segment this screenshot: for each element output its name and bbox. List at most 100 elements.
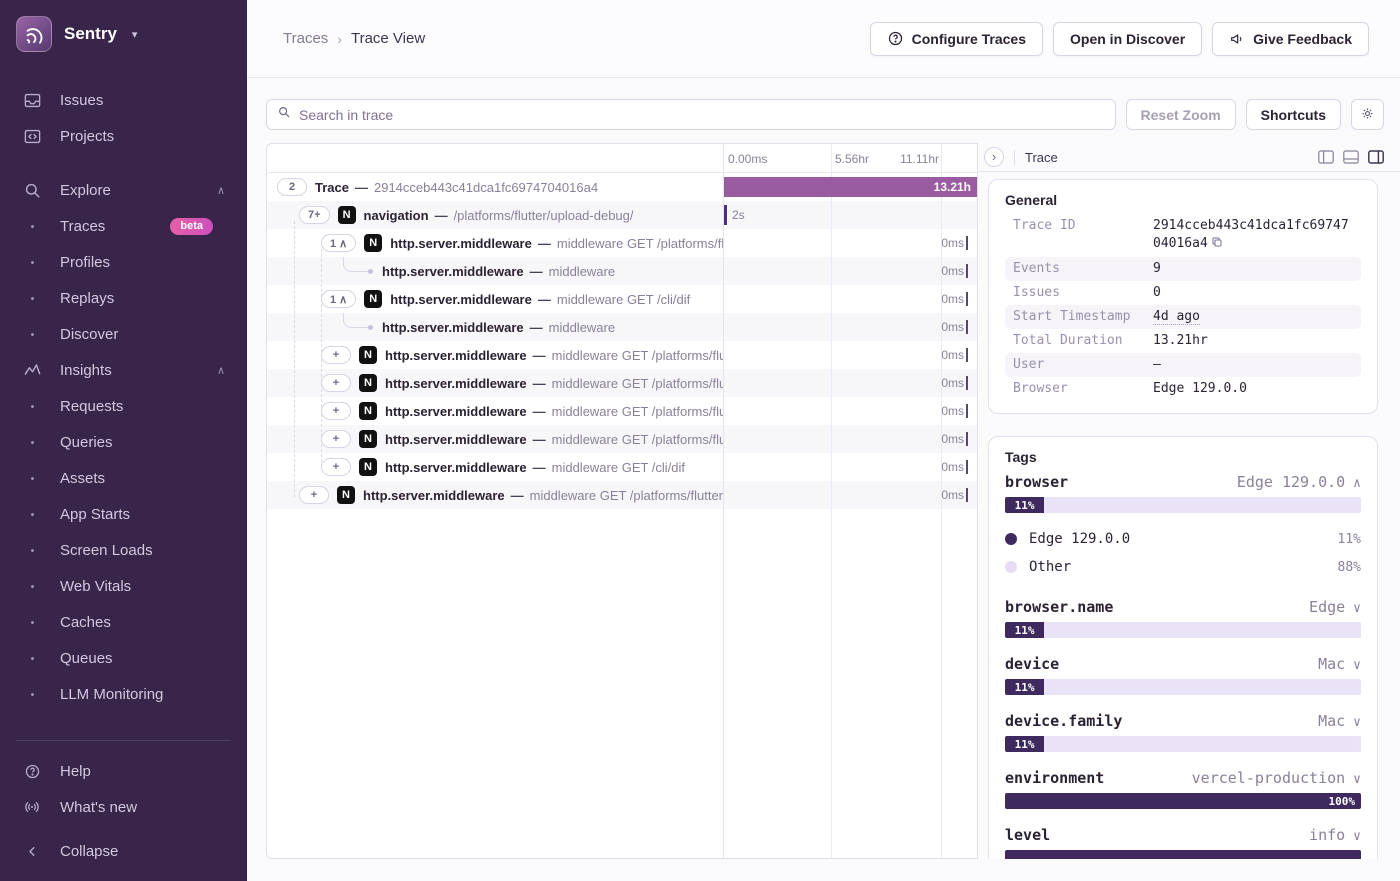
sidebar-item-assets[interactable]: Assets [0, 460, 247, 496]
tag-header[interactable]: browserEdge 129.0.0∧ [1005, 473, 1361, 491]
sidebar-item-web-vitals[interactable]: Web Vitals [0, 568, 247, 604]
sidebar-item-help[interactable]: Help [0, 753, 247, 789]
trace-span-row[interactable]: +Nhttp.server.middleware—middleware GET … [267, 453, 977, 481]
trace-span-row[interactable]: http.server.middleware—middleware0ms [267, 313, 977, 341]
reset-zoom-button[interactable]: Reset Zoom [1126, 99, 1236, 130]
panel-right-icon[interactable] [1368, 150, 1384, 164]
span-name-cell: +Nhttp.server.middleware—middleware GET … [267, 481, 723, 509]
org-name: Sentry [64, 24, 117, 44]
tag-legend-row[interactable]: Edge 129.0.011% [1005, 525, 1361, 553]
tag-header[interactable]: device.familyMac∨ [1005, 712, 1361, 730]
trace-span-row[interactable]: +Nhttp.server.middleware—middleware GET … [267, 425, 977, 453]
breadcrumb-traces[interactable]: Traces [283, 30, 328, 47]
span-timeline-cell: 0ms [723, 257, 977, 285]
copy-icon[interactable] [1211, 236, 1223, 254]
panel-bottom-icon[interactable] [1343, 150, 1359, 164]
span-children-toggle[interactable]: 1 ∧ [321, 290, 356, 308]
gear-icon [1360, 106, 1375, 124]
sidebar-item-traces[interactable]: Tracesbeta [0, 208, 247, 244]
span-timeline-cell: 0ms [723, 229, 977, 257]
sidebar-item-queries[interactable]: Queries [0, 424, 247, 460]
sidebar-item-app-starts[interactable]: App Starts [0, 496, 247, 532]
trace-span-row[interactable]: +Nhttp.server.middleware—middleware GET … [267, 369, 977, 397]
span-children-toggle[interactable]: + [321, 458, 351, 476]
configure-traces-button[interactable]: Configure Traces [870, 22, 1043, 56]
sidebar-item-projects[interactable]: Projects [0, 118, 247, 154]
trace-span-row[interactable]: +Nhttp.server.middleware—middleware GET … [267, 397, 977, 425]
breadcrumb-separator-icon: › [337, 31, 342, 47]
span-children-toggle[interactable]: + [321, 346, 351, 364]
search-box[interactable] [266, 99, 1116, 130]
bullet-icon [22, 225, 42, 228]
trace-span-row[interactable]: 1 ∧Nhttp.server.middleware—middleware GE… [267, 229, 977, 257]
sidebar-item-insights[interactable]: Insights∧ [0, 352, 247, 388]
sidebar-item-what-s-new[interactable]: What's new [0, 789, 247, 825]
open-in-discover-button[interactable]: Open in Discover [1053, 22, 1202, 56]
sidebar-item-explore[interactable]: Explore∧ [0, 172, 247, 208]
span-op: Trace [315, 180, 349, 195]
trace-span-row[interactable]: 1 ∧Nhttp.server.middleware—middleware GE… [267, 285, 977, 313]
panel-left-icon[interactable] [1318, 150, 1334, 164]
tag-legend: Edge 129.0.011%Other88% [1005, 525, 1361, 581]
span-rows: 2Trace—2914cceb443c41dca1fc6974704016a41… [267, 173, 977, 509]
sidebar-item-replays[interactable]: Replays [0, 280, 247, 316]
chevron-up-icon: ∧ [217, 184, 225, 197]
span-zero-tick [966, 488, 968, 502]
sidebar-item-queues[interactable]: Queues [0, 640, 247, 676]
span-duration-bar[interactable]: 13.21h [724, 177, 977, 197]
sidebar-item-discover[interactable]: Discover [0, 316, 247, 352]
legend-label: Edge 129.0.0 [1029, 531, 1130, 547]
tag-key: browser [1005, 473, 1068, 491]
general-row-label: Browser [1013, 380, 1153, 398]
tag-top-value: Edge 129.0.0 [1237, 473, 1345, 491]
span-name-cell: http.server.middleware—middleware [267, 313, 723, 341]
org-switcher[interactable]: Sentry ▾ [0, 0, 247, 68]
span-op: http.server.middleware [390, 292, 532, 307]
search-input[interactable] [299, 107, 1105, 123]
span-duration-bar[interactable] [724, 205, 727, 225]
trace-span-row[interactable]: 7+Nnavigation—/platforms/flutter/upload-… [267, 201, 977, 229]
span-children-toggle[interactable]: 2 [277, 178, 307, 196]
nextjs-icon: N [364, 234, 382, 252]
span-children-toggle[interactable]: + [321, 430, 351, 448]
tag-header[interactable]: browser.nameEdge∨ [1005, 598, 1361, 616]
sidebar-item-collapse[interactable]: Collapse [0, 833, 247, 869]
span-children-toggle[interactable]: + [299, 486, 329, 504]
chevron-down-icon: ▾ [132, 28, 138, 41]
sidebar-item-profiles[interactable]: Profiles [0, 244, 247, 280]
span-zero-tick [966, 404, 968, 418]
span-description: middleware GET /platforms/flutter/upload… [552, 348, 723, 363]
tag-header[interactable]: environmentvercel-production∨ [1005, 769, 1361, 787]
tag-header[interactable]: deviceMac∨ [1005, 655, 1361, 673]
sidebar-item-label: What's new [60, 799, 137, 816]
general-row-value: 2914cceb443c41dca1fc6974704016a4 [1153, 217, 1353, 254]
span-children-toggle[interactable]: 1 ∧ [321, 234, 356, 252]
give-feedback-button[interactable]: Give Feedback [1212, 22, 1369, 56]
span-description: middleware [549, 320, 615, 335]
drawer-collapse-button[interactable]: › [984, 147, 1004, 167]
span-separator: — [435, 208, 448, 223]
sidebar-item-llm-monitoring[interactable]: LLM Monitoring [0, 676, 247, 712]
sidebar-item-caches[interactable]: Caches [0, 604, 247, 640]
sidebar-item-screen-loads[interactable]: Screen Loads [0, 532, 247, 568]
button-label: Give Feedback [1253, 31, 1352, 47]
tag-header[interactable]: levelinfo∨ [1005, 826, 1361, 844]
sidebar-item-requests[interactable]: Requests [0, 388, 247, 424]
span-children-toggle[interactable]: 7+ [299, 206, 330, 224]
general-row: Total Duration13.21hr [1005, 329, 1361, 353]
tag-legend-row[interactable]: Other88% [1005, 553, 1361, 581]
sidebar-item-label: Traces [60, 218, 105, 235]
span-children-toggle[interactable]: + [321, 402, 351, 420]
span-op: http.server.middleware [385, 432, 527, 447]
trace-span-row[interactable]: +Nhttp.server.middleware—middleware GET … [267, 341, 977, 369]
axis-tick-2: 11.11hr [895, 152, 939, 166]
trace-settings-button[interactable] [1351, 99, 1384, 130]
shortcuts-button[interactable]: Shortcuts [1246, 99, 1341, 130]
sidebar-item-label: Web Vitals [60, 578, 131, 595]
trace-span-row[interactable]: +Nhttp.server.middleware—middleware GET … [267, 481, 977, 509]
trace-span-row[interactable]: 2Trace—2914cceb443c41dca1fc6974704016a41… [267, 173, 977, 201]
span-children-toggle[interactable]: + [321, 374, 351, 392]
sidebar-item-issues[interactable]: Issues [0, 82, 247, 118]
trace-span-row[interactable]: http.server.middleware—middleware0ms [267, 257, 977, 285]
sidebar-collapse-wrap: Collapse [0, 833, 247, 881]
